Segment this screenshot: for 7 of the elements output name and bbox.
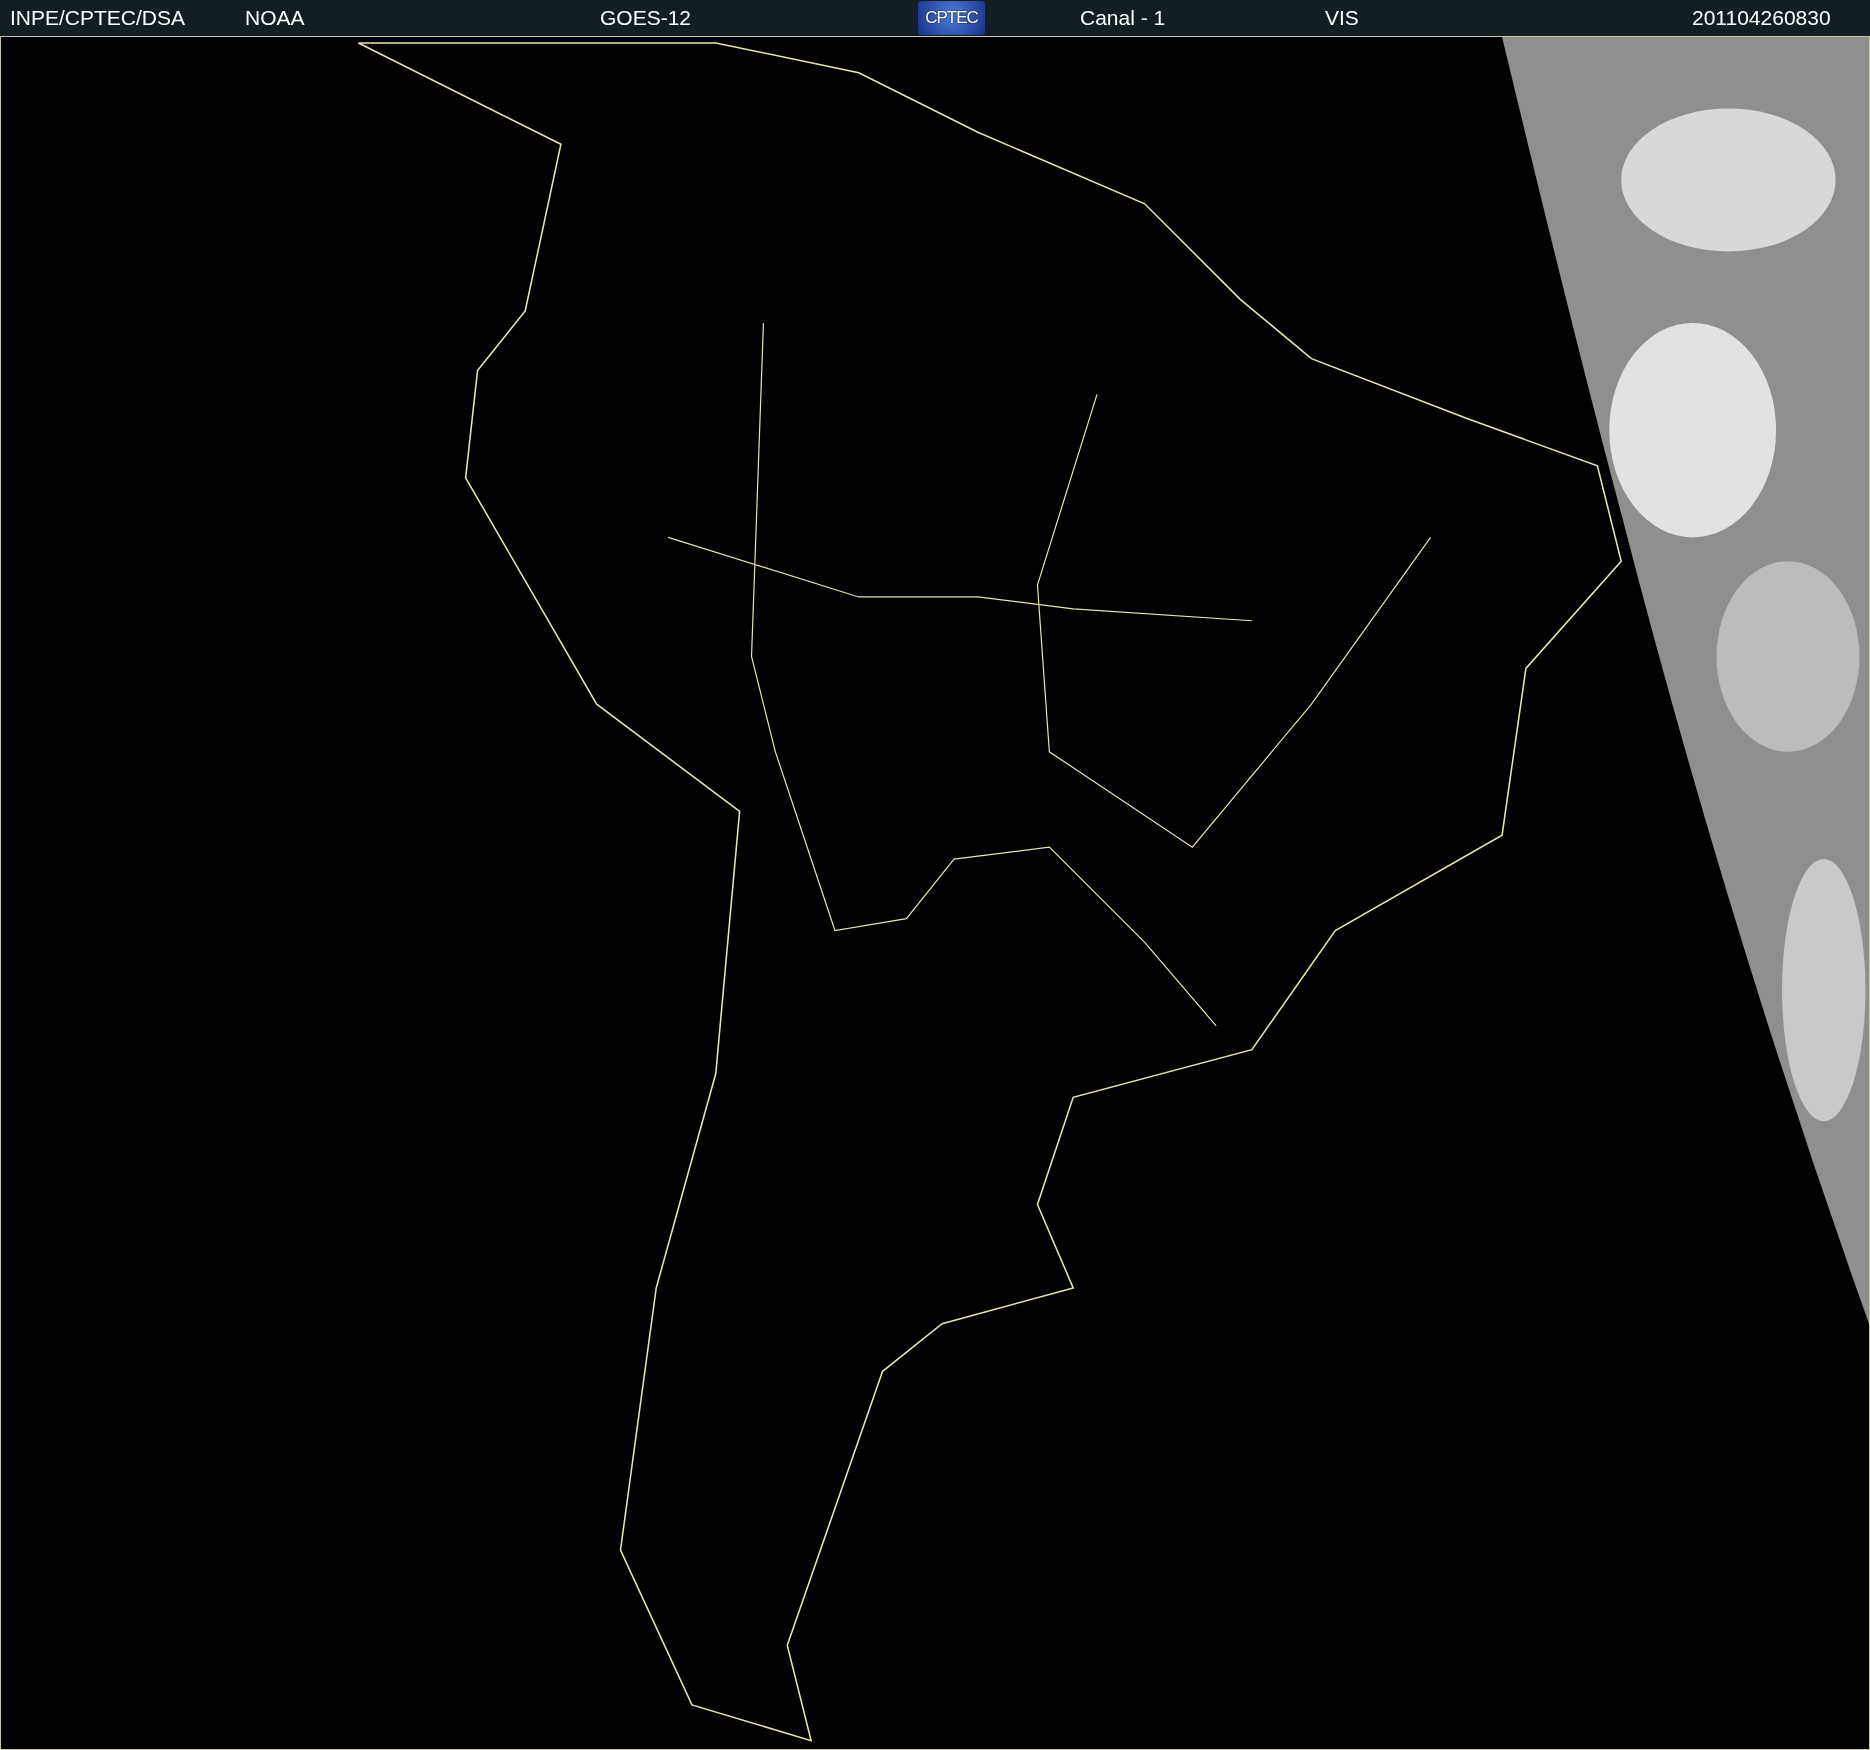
header-label: INPE/CPTEC/DSA xyxy=(10,6,187,30)
header-label: GOES-12 xyxy=(600,6,693,30)
header-label: Canal - 1 xyxy=(1080,6,1167,30)
logo: CPTEC xyxy=(918,1,985,35)
header-label: NOAA xyxy=(245,6,306,30)
header-label: 201104260830 xyxy=(1692,6,1832,30)
header-label: VIS xyxy=(1325,6,1360,30)
